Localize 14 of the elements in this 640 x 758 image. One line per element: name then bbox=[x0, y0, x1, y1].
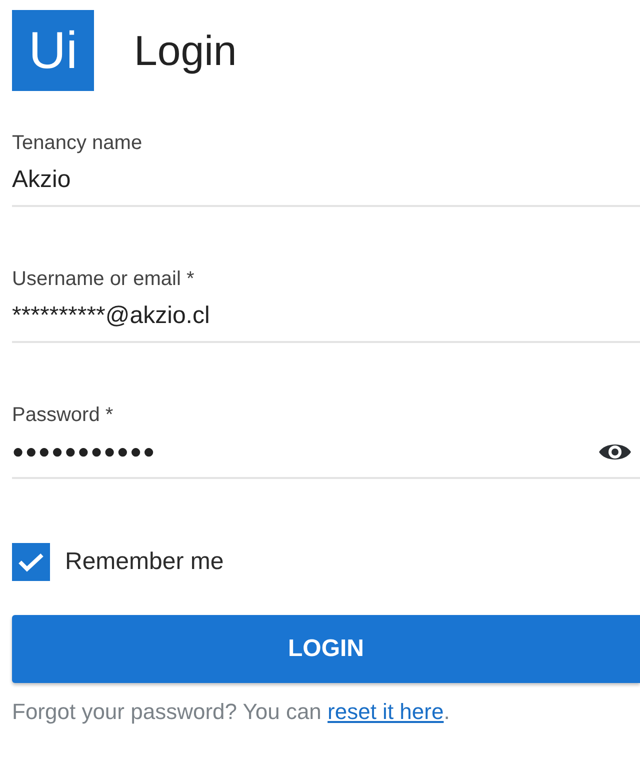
field-label: Username or email * bbox=[12, 267, 196, 291]
forgot-password-text: Forgot your password? You can reset it here. bbox=[12, 698, 451, 726]
remember-checkbox[interactable] bbox=[12, 543, 50, 581]
password-field[interactable]: ●●●●●●●●●●● bbox=[12, 437, 598, 467]
login-button[interactable]: LOGIN bbox=[12, 615, 640, 683]
checkmark-icon bbox=[18, 552, 44, 572]
input-field[interactable]: Akzio bbox=[12, 162, 640, 198]
logo: Ui bbox=[12, 10, 94, 91]
reset-link[interactable]: reset it here bbox=[328, 699, 444, 724]
field-label: Password * bbox=[12, 403, 114, 427]
input-field[interactable]: **********@akzio.cl bbox=[12, 298, 640, 334]
page-title: Login bbox=[134, 30, 237, 72]
remember-label: Remember me bbox=[65, 547, 224, 577]
field-label: Tenancy name bbox=[12, 131, 144, 155]
